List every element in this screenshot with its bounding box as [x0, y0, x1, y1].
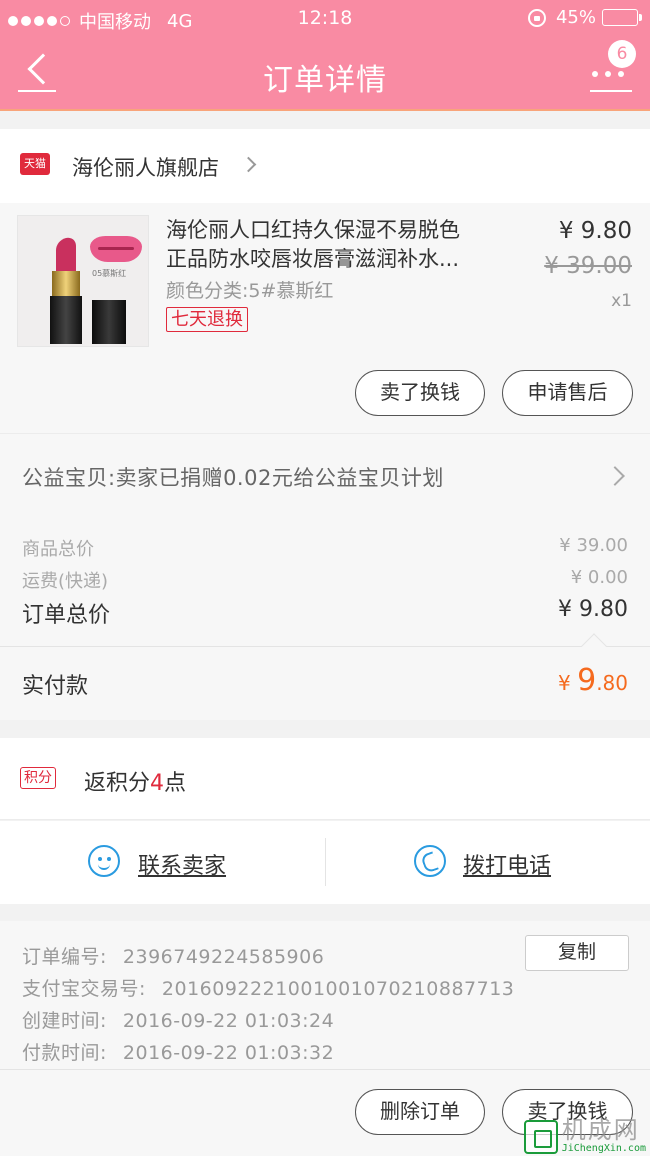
- created-time-value: 2016-09-22 01:03:24: [122, 1010, 335, 1032]
- contact-seller-label: 联系卖家: [138, 854, 227, 879]
- lipstick-body: [50, 296, 82, 344]
- created-time-label: 创建时间:: [22, 1010, 107, 1032]
- product-title-line1: 海伦丽人口红持久保湿不易脱色: [166, 218, 460, 242]
- page-title: 订单详情: [263, 63, 387, 98]
- points-text: 返积分4点: [84, 765, 186, 797]
- product-price: ¥ 9.80: [558, 218, 632, 244]
- lipstick-gold-band: [52, 271, 80, 297]
- chat-icon: [88, 845, 120, 877]
- contact-seller-button[interactable]: 联系卖家: [88, 821, 258, 904]
- points-row: 积分 返积分4点: [0, 738, 650, 820]
- watermark-text: 机成网 JiChengXin.com: [562, 1117, 646, 1154]
- charity-row[interactable]: 公益宝贝:卖家已捐赠0.02元给公益宝贝计划: [0, 433, 650, 519]
- watermark: 机成网 JiChengXin.com: [523, 1117, 646, 1154]
- alipay-trade-value: 2016092221001001070210887713: [161, 978, 515, 1000]
- order-number-label: 订单编号:: [22, 946, 107, 968]
- contact-bar: 联系卖家 拨打电话: [0, 821, 650, 904]
- charity-text: 公益宝贝:卖家已捐赠0.02元给公益宝贝计划: [22, 466, 444, 490]
- product-original-price: ¥ 39.00: [544, 253, 632, 279]
- price-summary: 商品总价 ¥ 39.00 运费(快递) ¥ 0.00 订单总价 ¥ 9.80: [0, 519, 650, 646]
- thumbnail-shade-label: 05慕斯红: [92, 269, 127, 278]
- more-dots-icon: [592, 71, 624, 77]
- goods-total-row: 商品总价 ¥ 39.00: [22, 535, 628, 561]
- return-policy-tag: 七天退换: [166, 307, 248, 332]
- goods-total-value: ¥ 39.00: [559, 535, 628, 556]
- phone-icon: [414, 845, 446, 877]
- actual-payment-label: 实付款: [22, 674, 89, 699]
- product-title[interactable]: 海伦丽人口红持久保湿不易脱色 正品防水咬唇妆唇膏滋润补水...: [166, 216, 496, 274]
- more-underline: [590, 90, 632, 92]
- order-number-value: 2396749224585906: [122, 946, 325, 968]
- after-sales-button[interactable]: 申请售后: [502, 370, 633, 416]
- order-total-label: 订单总价: [22, 603, 111, 628]
- lips-swatch: [90, 236, 142, 262]
- product-quantity: x1: [611, 291, 632, 311]
- nav-bar: 订单详情 6: [0, 38, 650, 111]
- points-suffix: 点: [164, 771, 187, 796]
- shipping-label: 运费(快递): [22, 571, 109, 592]
- alipay-trade-row: 支付宝交易号: 2016092221001001070210887713: [22, 974, 514, 1001]
- status-bar: 中国移动 4G 12:18 45%: [0, 0, 650, 38]
- product-thumbnail[interactable]: 05慕斯红: [17, 215, 149, 347]
- goods-total-label: 商品总价: [22, 539, 94, 560]
- store-name: 海伦丽人旗舰店: [72, 156, 219, 180]
- points-prefix: 返积分: [84, 771, 151, 796]
- paid-time-label: 付款时间:: [22, 1042, 107, 1064]
- more-button[interactable]: 6: [590, 40, 636, 98]
- battery-percent: 45%: [555, 7, 596, 28]
- product-sku: 颜色分类:5#慕斯红: [166, 280, 334, 302]
- order-total-row: 订单总价 ¥ 9.80: [22, 597, 628, 629]
- shipping-value: ¥ 0.00: [570, 567, 628, 588]
- divider: [325, 838, 326, 886]
- points-tag: 积分: [20, 767, 56, 789]
- points-value: 4: [150, 771, 165, 796]
- order-number-row: 订单编号: 2396749224585906: [22, 942, 324, 969]
- paid-time-value: 2016-09-22 01:03:32: [122, 1042, 335, 1064]
- payment-integer: 9: [577, 663, 597, 698]
- actual-payment-amount: ¥ 9.80: [558, 663, 628, 698]
- tmall-icon: 天猫: [20, 153, 50, 175]
- call-phone-button[interactable]: 拨打电话: [414, 821, 584, 904]
- payment-decimal: .80: [596, 671, 628, 695]
- bottom-action-bar: 删除订单 卖了换钱 机成网 JiChengXin.com: [0, 1069, 650, 1156]
- watermark-logo-icon: [523, 1120, 558, 1154]
- lipstick-cap: [92, 300, 126, 344]
- order-info: 订单编号: 2396749224585906 复制 支付宝交易号: 20160922…: [0, 921, 650, 1069]
- chevron-right-icon: [605, 466, 625, 486]
- order-total-value: ¥ 9.80: [558, 597, 628, 622]
- product-title-line2: 正品防水咬唇妆唇膏滋润补水...: [166, 247, 460, 271]
- created-time-row: 创建时间: 2016-09-22 01:03:24: [22, 1006, 334, 1033]
- shipping-row: 运费(快递) ¥ 0.00: [22, 567, 628, 593]
- copy-button[interactable]: 复制: [525, 935, 629, 971]
- paid-time-row: 付款时间: 2016-09-22 01:03:32: [22, 1038, 334, 1065]
- product-card: 05慕斯红 海伦丽人口红持久保湿不易脱色 正品防水咬唇妆唇膏滋润补水... 颜色…: [0, 203, 650, 433]
- store-row[interactable]: 天猫 海伦丽人旗舰店: [0, 129, 650, 203]
- call-phone-label: 拨打电话: [463, 854, 552, 879]
- battery-icon: [602, 9, 642, 26]
- watermark-url: JiChengXin.com: [561, 1143, 646, 1154]
- payment-currency: ¥: [558, 671, 578, 695]
- rotation-lock-icon: [527, 8, 546, 27]
- chevron-right-icon: [240, 156, 257, 173]
- delete-order-button[interactable]: 删除订单: [355, 1089, 485, 1135]
- status-right: 45%: [527, 7, 642, 28]
- alipay-trade-label: 支付宝交易号:: [22, 978, 146, 1000]
- message-count-badge: 6: [608, 40, 636, 68]
- sell-for-cash-button[interactable]: 卖了换钱: [355, 370, 485, 416]
- actual-payment-row: 实付款 ¥ 9.80: [0, 633, 650, 720]
- watermark-big-text: 机成网: [561, 1116, 640, 1144]
